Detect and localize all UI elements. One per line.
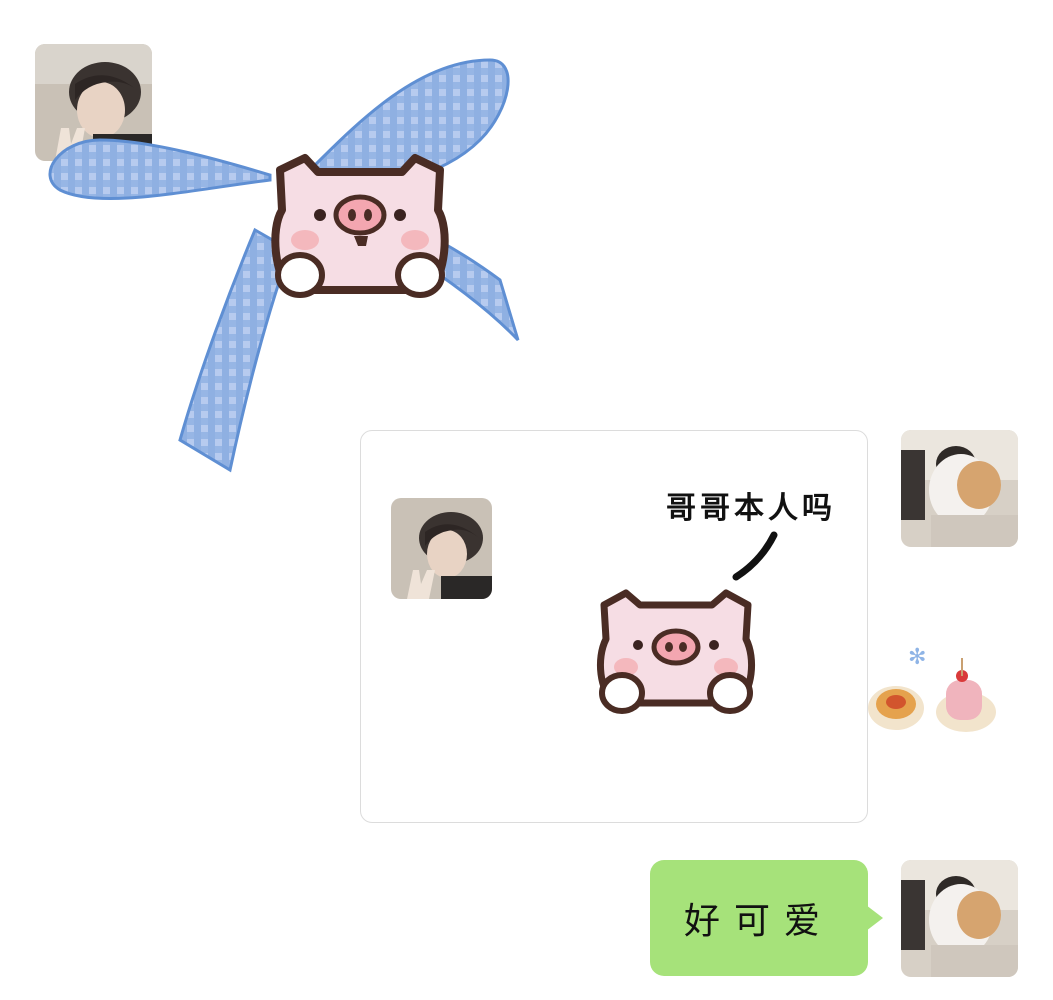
svg-text:✻: ✻: [908, 645, 926, 670]
pig-ribbon-sticker[interactable]: [40, 40, 530, 480]
message-bubble[interactable]: 好可爱: [650, 860, 868, 976]
dessert-sticker[interactable]: ✻: [866, 640, 1006, 740]
self-avatar-bottom[interactable]: [901, 860, 1018, 977]
card-avatar: [391, 498, 492, 599]
image-message-card[interactable]: 哥哥本人吗: [360, 430, 868, 823]
card-caption: 哥哥本人吗: [666, 491, 836, 526]
self-avatar[interactable]: [901, 430, 1018, 547]
pig-face-icon: [597, 589, 755, 714]
bubble-tail: [866, 905, 883, 931]
message-text: 好可爱: [683, 901, 834, 942]
